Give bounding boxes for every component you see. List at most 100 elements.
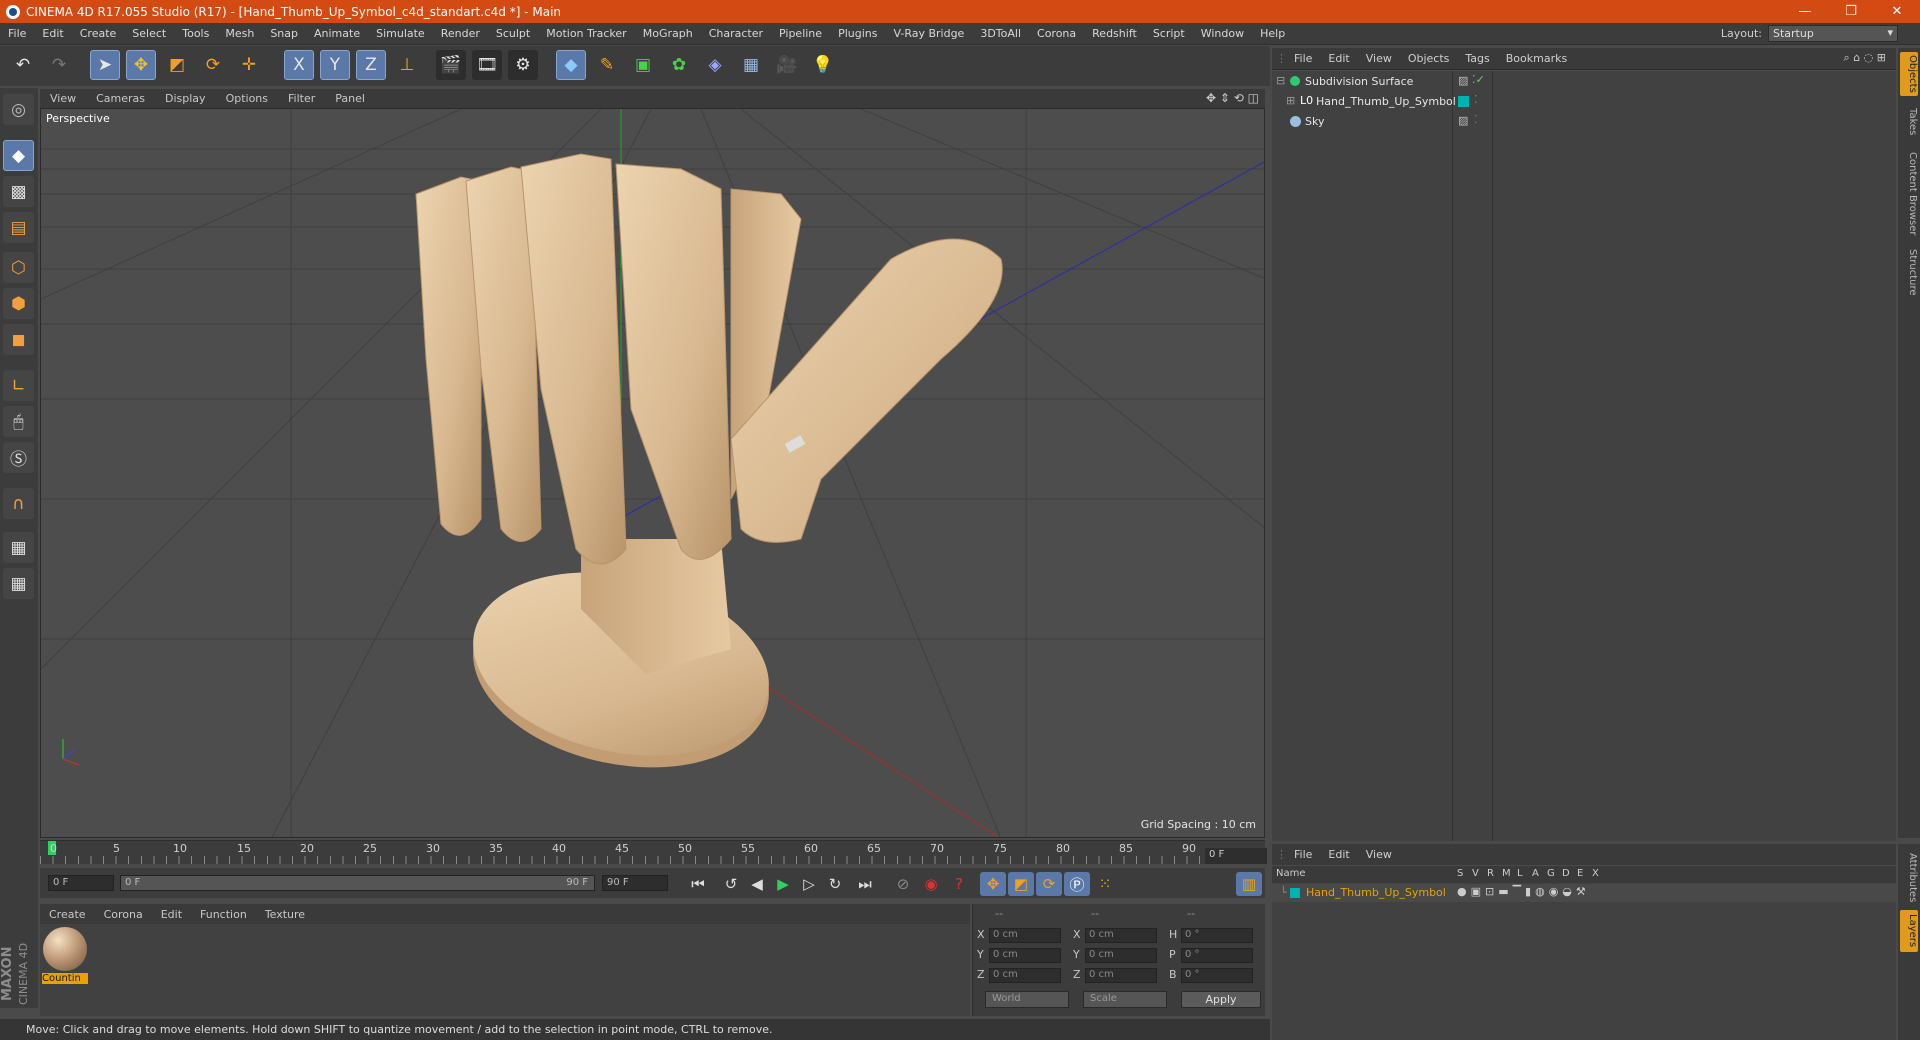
live-selection-icon[interactable]: ✛: [234, 50, 264, 80]
visibility-dots-icon[interactable]: ⁚: [1474, 113, 1478, 126]
viewport-menu-view[interactable]: View: [40, 92, 86, 105]
timeline-window-icon[interactable]: ▥: [1236, 872, 1262, 896]
object-row-hand[interactable]: ⊞ L0 Hand_Thumb_Up_Symbol ⁚: [1272, 93, 1896, 112]
tab-takes[interactable]: Takes: [1900, 104, 1918, 140]
material-menu-corona[interactable]: Corona: [95, 908, 152, 921]
previous-key-icon[interactable]: ↺: [718, 872, 744, 896]
lm-menu-file[interactable]: File: [1286, 848, 1320, 861]
layout-dropdown[interactable]: Startup: [1768, 25, 1898, 42]
tweak-mode-icon[interactable]: 🖱: [3, 406, 34, 437]
menu-edit[interactable]: Edit: [34, 27, 71, 40]
end-frame-field[interactable]: 90 F: [602, 875, 668, 891]
expand-icon[interactable]: ⊞: [1286, 94, 1295, 107]
om-menu-objects[interactable]: Objects: [1400, 52, 1458, 65]
tab-content-browser[interactable]: Content Browser: [1900, 148, 1918, 240]
om-menu-file[interactable]: File: [1286, 52, 1320, 65]
menu-render[interactable]: Render: [433, 27, 488, 40]
tab-layers[interactable]: Layers: [1900, 910, 1918, 952]
position-y-field[interactable]: 0 cm: [989, 948, 1061, 963]
tab-structure[interactable]: Structure: [1900, 246, 1918, 298]
key-scale-icon[interactable]: ◩: [1008, 872, 1034, 896]
material-menu-function[interactable]: Function: [191, 908, 256, 921]
axis-mode-icon[interactable]: ∟: [3, 370, 34, 401]
make-editable-icon[interactable]: ◎: [3, 94, 34, 125]
om-toolbar-icons[interactable]: ⌕ ⌂ ◌ ⊞: [1844, 51, 1886, 65]
polygons-mode-icon[interactable]: ◼: [3, 324, 34, 355]
material-swatch[interactable]: Countin: [42, 927, 88, 985]
object-name[interactable]: Hand_Thumb_Up_Symbol: [1316, 95, 1456, 108]
layer-name[interactable]: Hand_Thumb_Up_Symbol: [1306, 886, 1446, 899]
previous-frame-icon[interactable]: ◀: [744, 872, 770, 896]
om-menu-tags[interactable]: Tags: [1457, 52, 1497, 65]
key-parameter-icon[interactable]: Ⓟ: [1064, 872, 1090, 896]
om-menu-view[interactable]: View: [1358, 52, 1400, 65]
next-frame-icon[interactable]: ▷: [796, 872, 822, 896]
position-z-field[interactable]: 0 cm: [989, 968, 1061, 983]
menu-tools[interactable]: Tools: [174, 27, 217, 40]
menu-select[interactable]: Select: [124, 27, 174, 40]
cube-primitive-icon[interactable]: ◆: [556, 50, 586, 80]
material-menu-create[interactable]: Create: [40, 908, 95, 921]
render-picture-viewer-icon[interactable]: 🎞: [472, 50, 502, 80]
layer-tag-icon[interactable]: ▨: [1458, 114, 1468, 127]
redo-icon[interactable]: ↷: [44, 50, 74, 80]
menu-mesh[interactable]: Mesh: [217, 27, 262, 40]
lm-menu-view[interactable]: View: [1358, 848, 1400, 861]
menu-3dtoall[interactable]: 3DToAll: [972, 27, 1029, 40]
auto-key-icon[interactable]: ?: [946, 872, 972, 896]
menu-mograph[interactable]: MoGraph: [635, 27, 701, 40]
timeline-ruler[interactable]: 0 5 10 15 20 25 30 35 40 45 50 55 60 65 …: [40, 840, 1265, 864]
om-menu-edit[interactable]: Edit: [1320, 52, 1357, 65]
layer-tag-icon[interactable]: ▨: [1458, 74, 1468, 87]
workplane-mode-icon[interactable]: ▤: [3, 212, 34, 243]
layer-toggle-icons[interactable]: ●▣⊡▬▔▮◍◉◒⚒: [1457, 885, 1590, 898]
spline-pen-icon[interactable]: ✎: [592, 50, 622, 80]
viewport-menu-cameras[interactable]: Cameras: [86, 92, 155, 105]
menu-animate[interactable]: Animate: [306, 27, 368, 40]
visibility-dots-icon[interactable]: ⁚: [1474, 93, 1478, 106]
go-to-start-icon[interactable]: ⏮: [685, 872, 711, 896]
deformer-icon[interactable]: ◈: [700, 50, 730, 80]
close-button[interactable]: ✕: [1874, 0, 1920, 23]
position-x-field[interactable]: 0 cm: [989, 928, 1061, 943]
render-settings-icon[interactable]: ⚙: [508, 50, 538, 80]
collapse-icon[interactable]: ⊟: [1276, 74, 1285, 87]
object-name[interactable]: Sky: [1305, 115, 1324, 128]
menu-vray-bridge[interactable]: V-Ray Bridge: [885, 27, 972, 40]
lock-workplane-icon[interactable]: ▦: [3, 532, 34, 563]
camera-icon[interactable]: 🎥: [772, 50, 802, 80]
model-mode-icon[interactable]: ◆: [3, 140, 34, 171]
record-off-icon[interactable]: ⊘: [890, 872, 916, 896]
render-view-icon[interactable]: 🎬: [436, 50, 466, 80]
menu-window[interactable]: Window: [1193, 27, 1252, 40]
x-axis-toggle[interactable]: X: [284, 50, 314, 80]
rotation-p-field[interactable]: 0 °: [1181, 948, 1253, 963]
menu-pipeline[interactable]: Pipeline: [771, 27, 830, 40]
enabled-check-icon[interactable]: ⁚✓: [1472, 73, 1485, 86]
viewport-menu-filter[interactable]: Filter: [278, 92, 325, 105]
menu-corona[interactable]: Corona: [1029, 27, 1084, 40]
menu-sculpt[interactable]: Sculpt: [488, 27, 538, 40]
size-y-field[interactable]: 0 cm: [1085, 948, 1157, 963]
coordinate-system-icon[interactable]: ⊥: [392, 50, 422, 80]
menu-motion-tracker[interactable]: Motion Tracker: [538, 27, 634, 40]
layer-color-swatch[interactable]: [1290, 888, 1300, 898]
viewport-menu-options[interactable]: Options: [216, 92, 278, 105]
material-menu-texture[interactable]: Texture: [256, 908, 314, 921]
material-menu-edit[interactable]: Edit: [152, 908, 191, 921]
planar-workplane-icon[interactable]: ▦: [3, 568, 34, 599]
size-z-field[interactable]: 0 cm: [1085, 968, 1157, 983]
panel-grip-icon[interactable]: ⋮: [1272, 52, 1287, 65]
undo-icon[interactable]: ↶: [8, 50, 38, 80]
menu-redshift[interactable]: Redshift: [1084, 27, 1145, 40]
viewport-menu-panel[interactable]: Panel: [325, 92, 375, 105]
object-row-sky[interactable]: Sky ▨ ⁚: [1272, 113, 1896, 132]
menu-create[interactable]: Create: [72, 27, 125, 40]
y-axis-toggle[interactable]: Y: [320, 50, 350, 80]
frame-range-slider[interactable]: 0 F 90 F: [120, 875, 595, 891]
apply-button[interactable]: Apply: [1181, 991, 1261, 1008]
panel-grip-icon[interactable]: ⋮: [1272, 848, 1287, 861]
coordinate-space-dropdown[interactable]: World: [985, 991, 1069, 1008]
coordinate-mode-dropdown[interactable]: Scale: [1083, 991, 1167, 1008]
scale-tool-icon[interactable]: ◩: [162, 50, 192, 80]
